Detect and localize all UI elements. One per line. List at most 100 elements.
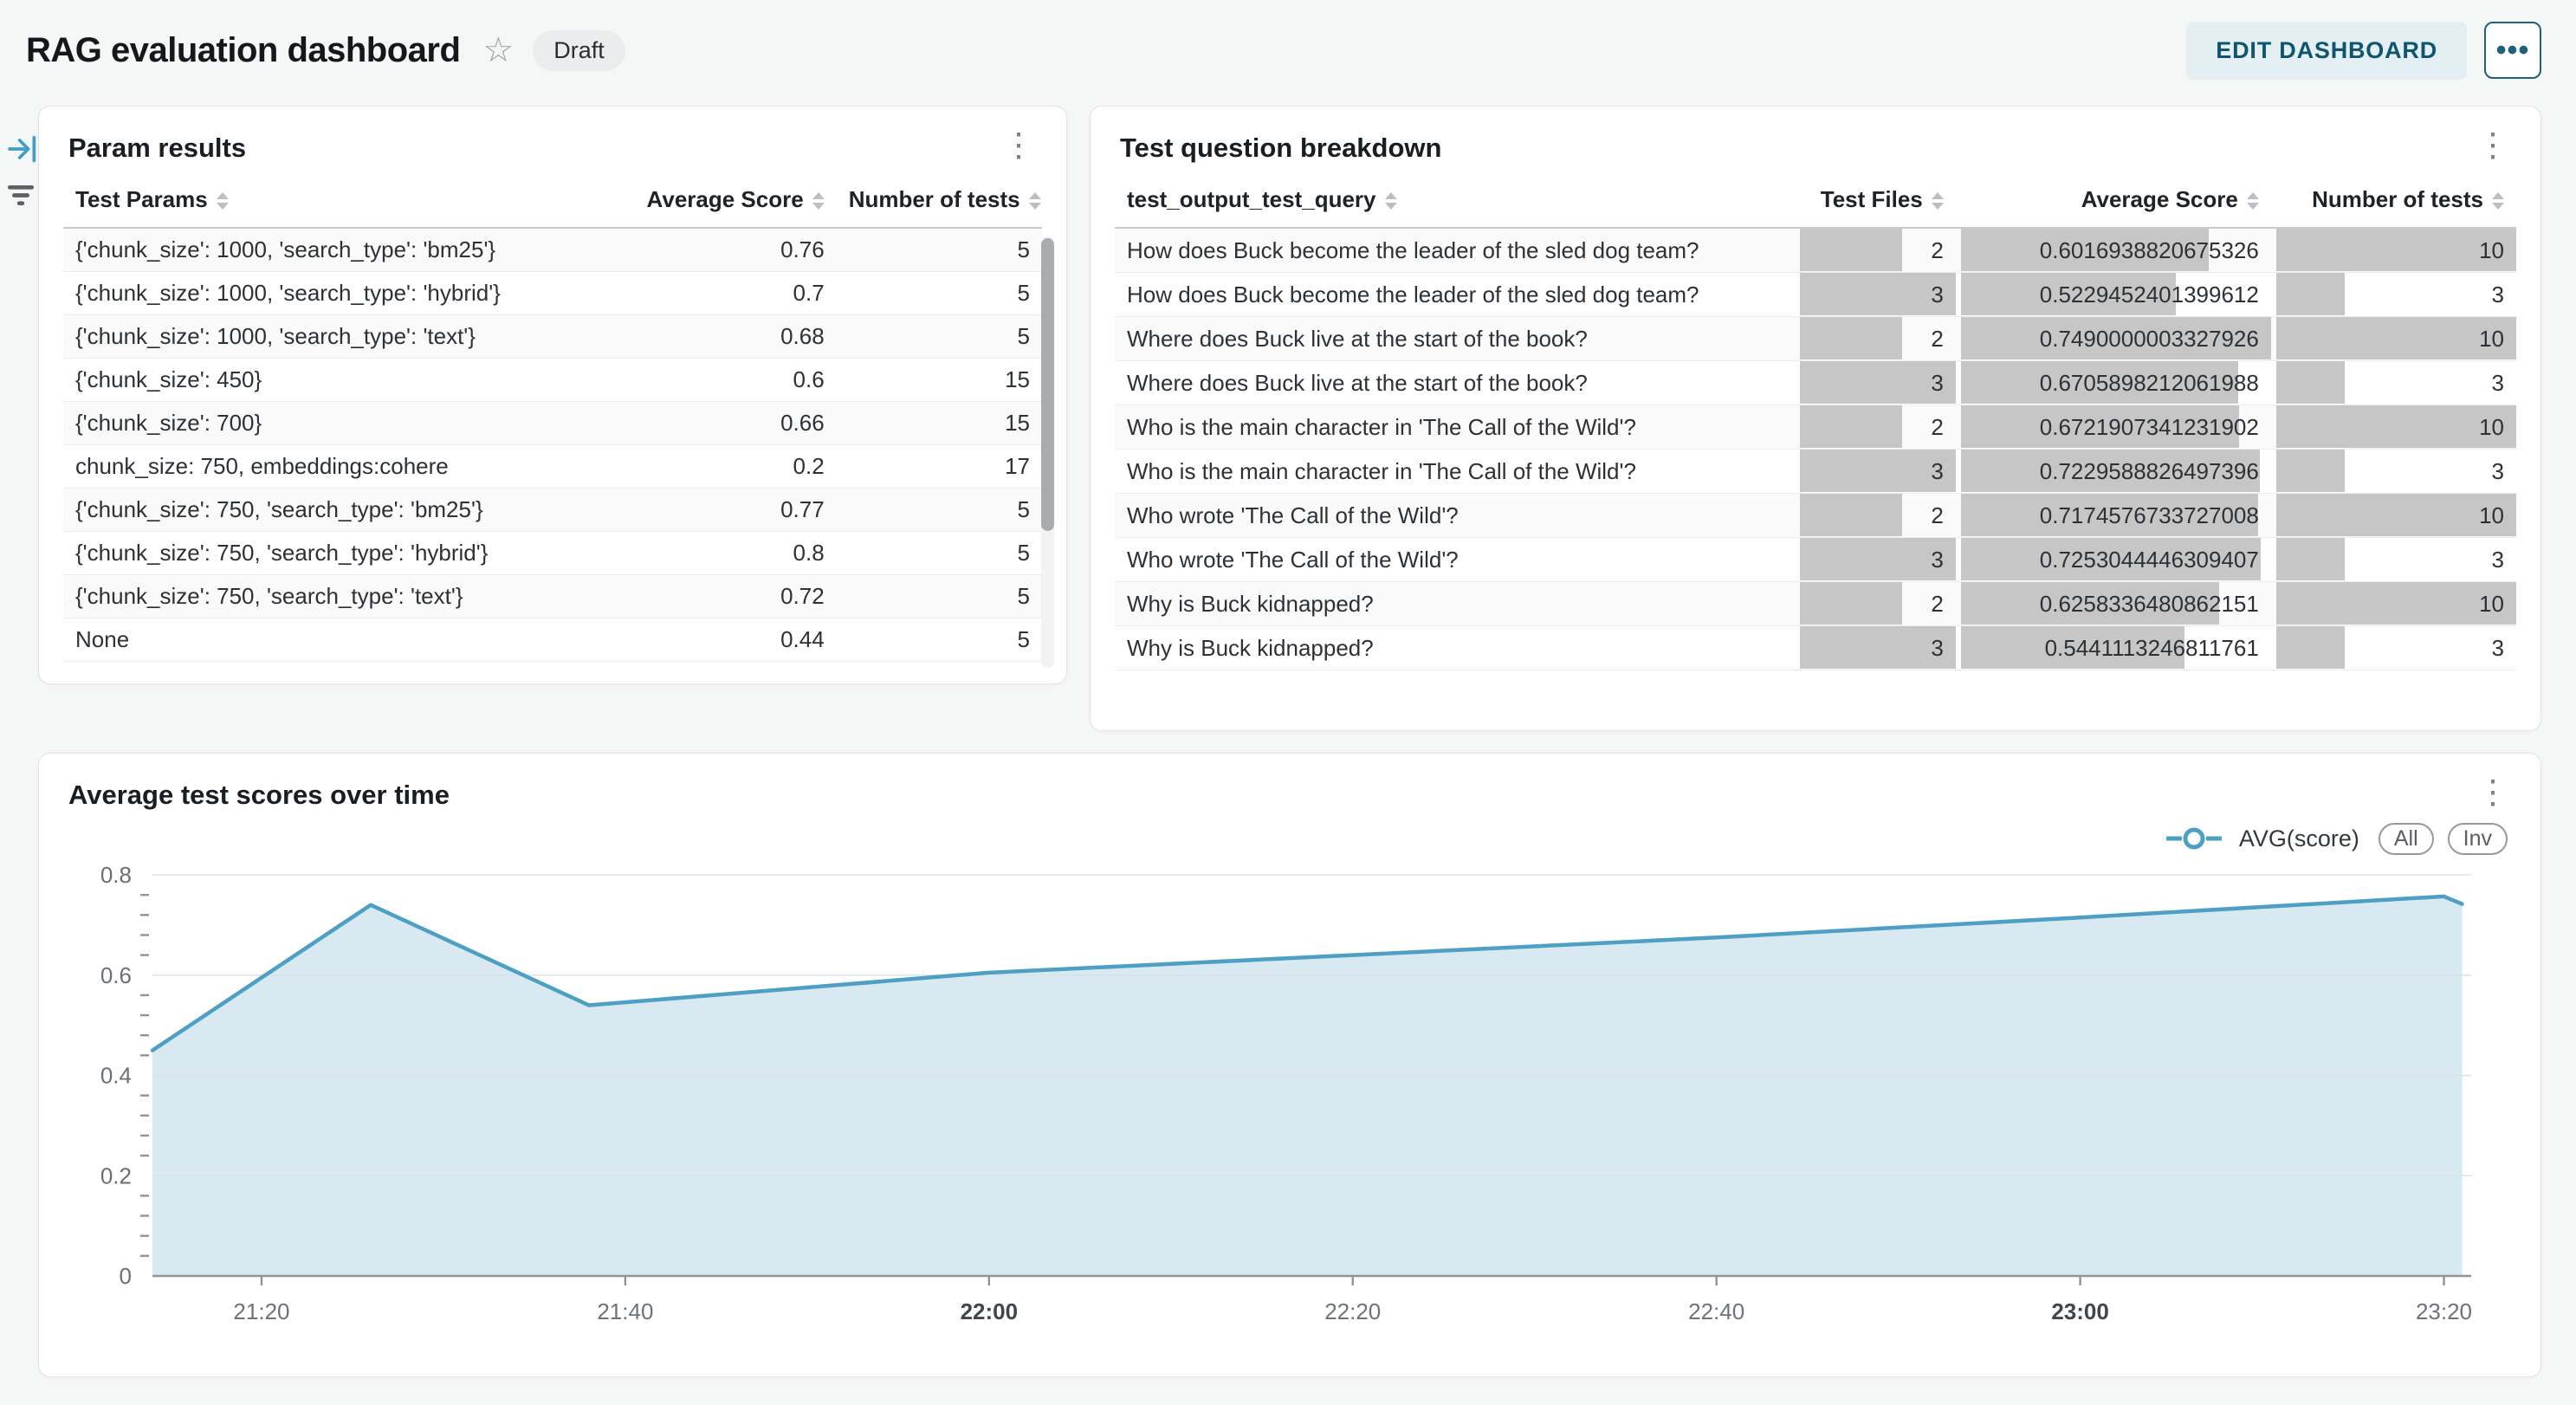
column-header-average-score[interactable]: Average Score: [1956, 164, 2271, 228]
cell-average-score: 0.6721907341231902: [1956, 405, 2271, 450]
cell-value: 3: [2271, 273, 2516, 316]
cell-value: 3: [1795, 538, 1956, 581]
table-row: Who is the main character in 'The Call o…: [1115, 405, 2516, 450]
cell-value: 3: [2271, 450, 2516, 493]
cell-average-score: 0.6: [602, 358, 837, 401]
column-header-number-of-tests[interactable]: Number of tests: [2271, 164, 2516, 228]
cell-number-of-tests: 3: [2271, 538, 2516, 582]
scores-chart-card: Average test scores over time ⋮ AVG(scor…: [38, 753, 2541, 1377]
cell-test-query: How does Buck become the leader of the s…: [1115, 273, 1795, 317]
cell-value: 0.6016938820675326: [1956, 229, 2271, 272]
column-header-test-files[interactable]: Test Files: [1795, 164, 1956, 228]
table-row: {'chunk_size': 700}0.6615: [63, 401, 1042, 444]
cell-test-params: {'chunk_size': 750, 'search_type': 'bm25…: [63, 488, 602, 531]
param-results-menu-icon[interactable]: ⋮: [995, 129, 1042, 162]
cell-test-params: {'chunk_size': 750, 'search_type': 'hybr…: [63, 531, 602, 574]
table-row: Where does Buck live at the start of the…: [1115, 361, 2516, 405]
table-row: {'chunk_size': 1000, 'search_type': 'hyb…: [63, 271, 1042, 314]
svg-text:0.4: 0.4: [100, 1063, 132, 1089]
legend-series-label: AVG(score): [2239, 826, 2359, 852]
edit-dashboard-button[interactable]: EDIT DASHBOARD: [2186, 22, 2467, 80]
cell-average-score: 0.77: [602, 488, 837, 531]
cell-test-query: Where does Buck live at the start of the…: [1115, 317, 1795, 361]
param-results-header-row: Test Params Average Score Number of test…: [63, 164, 1042, 228]
cell-value: 0.5229452401399612: [1956, 273, 2271, 316]
table-row: Why is Buck kidnapped?30.544111324681176…: [1115, 626, 2516, 670]
cell-number-of-tests: 5: [837, 488, 1042, 531]
table-row: {'chunk_size': 750, 'search_type': 'hybr…: [63, 531, 1042, 574]
sort-icon[interactable]: [812, 192, 825, 210]
chart-legend: AVG(score) All Inv: [63, 819, 2508, 858]
legend-line-marker-icon: [2165, 826, 2225, 851]
table-row: Where does Buck live at the start of the…: [1115, 317, 2516, 361]
sort-icon[interactable]: [1385, 192, 1397, 210]
legend-button-all[interactable]: All: [2379, 823, 2434, 855]
table-row: {'chunk_size': 1000, 'search_type': 'bm2…: [63, 228, 1042, 271]
cell-value: 2: [1795, 229, 1956, 272]
cell-number-of-tests: 5: [837, 574, 1042, 618]
cell-number-of-tests: 5: [837, 531, 1042, 574]
cell-test-files: 2: [1795, 582, 1956, 626]
expand-panel-icon[interactable]: [5, 132, 40, 171]
cell-number-of-tests: 3: [2271, 361, 2516, 405]
more-options-button[interactable]: •••: [2484, 22, 2541, 79]
param-results-tbody: {'chunk_size': 1000, 'search_type': 'bm2…: [63, 228, 1042, 661]
svg-text:0.2: 0.2: [100, 1162, 132, 1188]
question-breakdown-table: test_output_test_query Test Files Averag…: [1115, 164, 2516, 670]
sort-icon[interactable]: [1029, 192, 1041, 210]
cell-average-score: 0.7229588826497396: [1956, 450, 2271, 494]
column-header-test-output-test-query[interactable]: test_output_test_query: [1115, 164, 1795, 228]
sort-icon[interactable]: [217, 192, 229, 210]
param-results-card: Param results ⋮ Test Params Average Scor…: [38, 106, 1067, 684]
cell-average-score: 0.6705898212061988: [1956, 361, 2271, 405]
cell-number-of-tests: 10: [2271, 405, 2516, 450]
cell-number-of-tests: 5: [837, 228, 1042, 271]
cell-value: 3: [1795, 450, 1956, 493]
cell-test-query: Who is the main character in 'The Call o…: [1115, 450, 1795, 494]
cell-value: 3: [2271, 626, 2516, 670]
question-breakdown-menu-icon[interactable]: ⋮: [2469, 129, 2516, 162]
cell-average-score: 0.68: [602, 314, 837, 358]
cell-number-of-tests: 3: [2271, 273, 2516, 317]
svg-text:23:00: 23:00: [2051, 1298, 2109, 1324]
column-header-test-params[interactable]: Test Params: [63, 164, 602, 228]
cell-value: 0.7229588826497396: [1956, 450, 2271, 493]
sort-icon[interactable]: [2492, 192, 2504, 210]
cell-number-of-tests: 3: [2271, 626, 2516, 670]
cell-test-query: How does Buck become the leader of the s…: [1115, 228, 1795, 273]
param-results-scrollbar[interactable]: [1041, 236, 1054, 668]
cell-test-query: Who is the main character in 'The Call o…: [1115, 405, 1795, 450]
filter-icon[interactable]: [3, 177, 38, 216]
cell-value: 2: [1795, 405, 1956, 449]
sort-icon[interactable]: [2247, 192, 2259, 210]
cell-average-score: 0.7: [602, 271, 837, 314]
cell-test-params: {'chunk_size': 1000, 'search_type': 'bm2…: [63, 228, 602, 271]
column-header-average-score[interactable]: Average Score: [602, 164, 837, 228]
sort-icon[interactable]: [1932, 192, 1944, 210]
question-breakdown-card: Test question breakdown ⋮ test_output_te…: [1090, 106, 2541, 731]
scores-line-chart: 00.20.40.60.821:2021:4022:0022:2022:4023…: [63, 863, 2518, 1348]
cell-number-of-tests: 10: [2271, 317, 2516, 361]
cell-test-files: 2: [1795, 228, 1956, 273]
cell-value: 2: [1795, 582, 1956, 625]
star-icon[interactable]: ☆: [482, 33, 514, 68]
cell-test-query: Why is Buck kidnapped?: [1115, 582, 1795, 626]
cell-value: 3: [2271, 361, 2516, 405]
cell-test-params: None: [63, 618, 602, 661]
table-row: Who wrote 'The Call of the Wild'?20.7174…: [1115, 494, 2516, 538]
table-row: Who wrote 'The Call of the Wild'?30.7253…: [1115, 538, 2516, 582]
cell-test-files: 3: [1795, 450, 1956, 494]
svg-text:0.6: 0.6: [100, 962, 132, 988]
column-header-number-of-tests[interactable]: Number of tests: [837, 164, 1042, 228]
scores-chart-menu-icon[interactable]: ⋮: [2469, 776, 2516, 809]
legend-button-inv[interactable]: Inv: [2448, 823, 2508, 855]
param-results-title: Param results: [68, 133, 246, 164]
cell-average-score: 0.66: [602, 401, 837, 444]
scrollbar-thumb[interactable]: [1041, 238, 1054, 531]
cell-value: 3: [1795, 273, 1956, 316]
cell-value: 10: [2271, 229, 2516, 272]
cell-average-score: 0.7174576733727008: [1956, 494, 2271, 538]
cell-average-score: 0.7490000003327926: [1956, 317, 2271, 361]
cell-value: 10: [2271, 405, 2516, 449]
cell-average-score: 0.76: [602, 228, 837, 271]
